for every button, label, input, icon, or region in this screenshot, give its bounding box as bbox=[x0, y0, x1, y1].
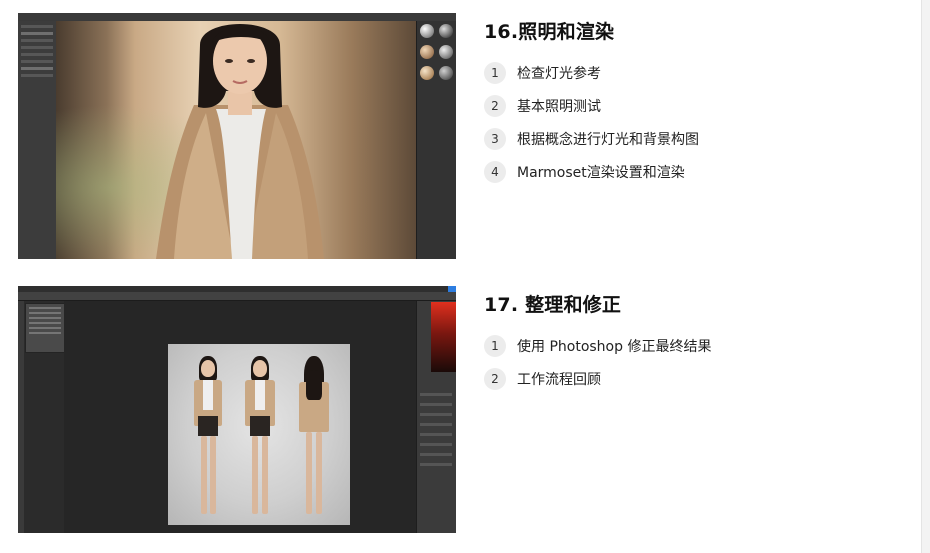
list-item: 2 工作流程回顾 bbox=[484, 368, 904, 390]
marmoset-material-panel bbox=[416, 21, 456, 259]
step-label: 基本照明测试 bbox=[517, 99, 601, 115]
section-lighting-render: 16.照明和渲染 1 检查灯光参考 2 基本照明测试 3 根据概念进行灯光和背景… bbox=[18, 13, 918, 261]
list-item: 1 使用 Photoshop 修正最终结果 bbox=[484, 335, 904, 357]
step-number-badge: 1 bbox=[484, 62, 506, 84]
list-item: 1 检查灯光参考 bbox=[484, 62, 904, 84]
step-number-badge: 2 bbox=[484, 368, 506, 390]
step-label: 工作流程回顾 bbox=[517, 372, 601, 388]
character-figure-back bbox=[294, 356, 334, 521]
photoshop-options-bar bbox=[18, 292, 456, 301]
step-number-badge: 1 bbox=[484, 335, 506, 357]
step-number-badge: 4 bbox=[484, 161, 506, 183]
step-list: 1 使用 Photoshop 修正最终结果 2 工作流程回顾 bbox=[484, 335, 904, 390]
step-number-badge: 3 bbox=[484, 128, 506, 150]
photoshop-history-panel bbox=[25, 303, 65, 353]
photoshop-layers-panel bbox=[418, 386, 454, 473]
step-label: 使用 Photoshop 修正最终结果 bbox=[517, 339, 712, 355]
section-cleanup-fix: 17. 整理和修正 1 使用 Photoshop 修正最终结果 2 工作流程回顾 bbox=[18, 286, 918, 533]
marmoset-render-screenshot bbox=[18, 13, 456, 259]
character-figure-front-left bbox=[188, 356, 228, 521]
photoshop-color-picker bbox=[431, 302, 456, 372]
section-title: 17. 整理和修正 bbox=[484, 294, 622, 316]
list-item: 4 Marmoset渲染设置和渲染 bbox=[484, 161, 904, 183]
section-info: 16.照明和渲染 1 检查灯光参考 2 基本照明测试 3 根据概念进行灯光和背景… bbox=[484, 17, 904, 194]
character-figure-front bbox=[240, 356, 280, 521]
marmoset-scene-panel bbox=[18, 21, 57, 259]
list-item: 2 基本照明测试 bbox=[484, 95, 904, 117]
list-item: 3 根据概念进行灯光和背景构图 bbox=[484, 128, 904, 150]
page-right-edge bbox=[921, 0, 930, 553]
photoshop-screenshot bbox=[18, 286, 456, 533]
step-label: Marmoset渲染设置和渲染 bbox=[517, 165, 685, 181]
marmoset-viewport bbox=[56, 21, 416, 259]
step-number-badge: 2 bbox=[484, 95, 506, 117]
character-portrait-illustration bbox=[156, 24, 324, 259]
photoshop-canvas bbox=[168, 344, 350, 525]
photoshop-toolbar bbox=[18, 301, 24, 533]
step-label: 检查灯光参考 bbox=[517, 66, 601, 82]
step-list: 1 检查灯光参考 2 基本照明测试 3 根据概念进行灯光和背景构图 4 Marm… bbox=[484, 62, 904, 183]
section-title: 16.照明和渲染 bbox=[484, 21, 615, 43]
section-info: 17. 整理和修正 1 使用 Photoshop 修正最终结果 2 工作流程回顾 bbox=[484, 290, 904, 401]
step-label: 根据概念进行灯光和背景构图 bbox=[517, 132, 699, 148]
photoshop-canvas-area bbox=[64, 301, 416, 533]
